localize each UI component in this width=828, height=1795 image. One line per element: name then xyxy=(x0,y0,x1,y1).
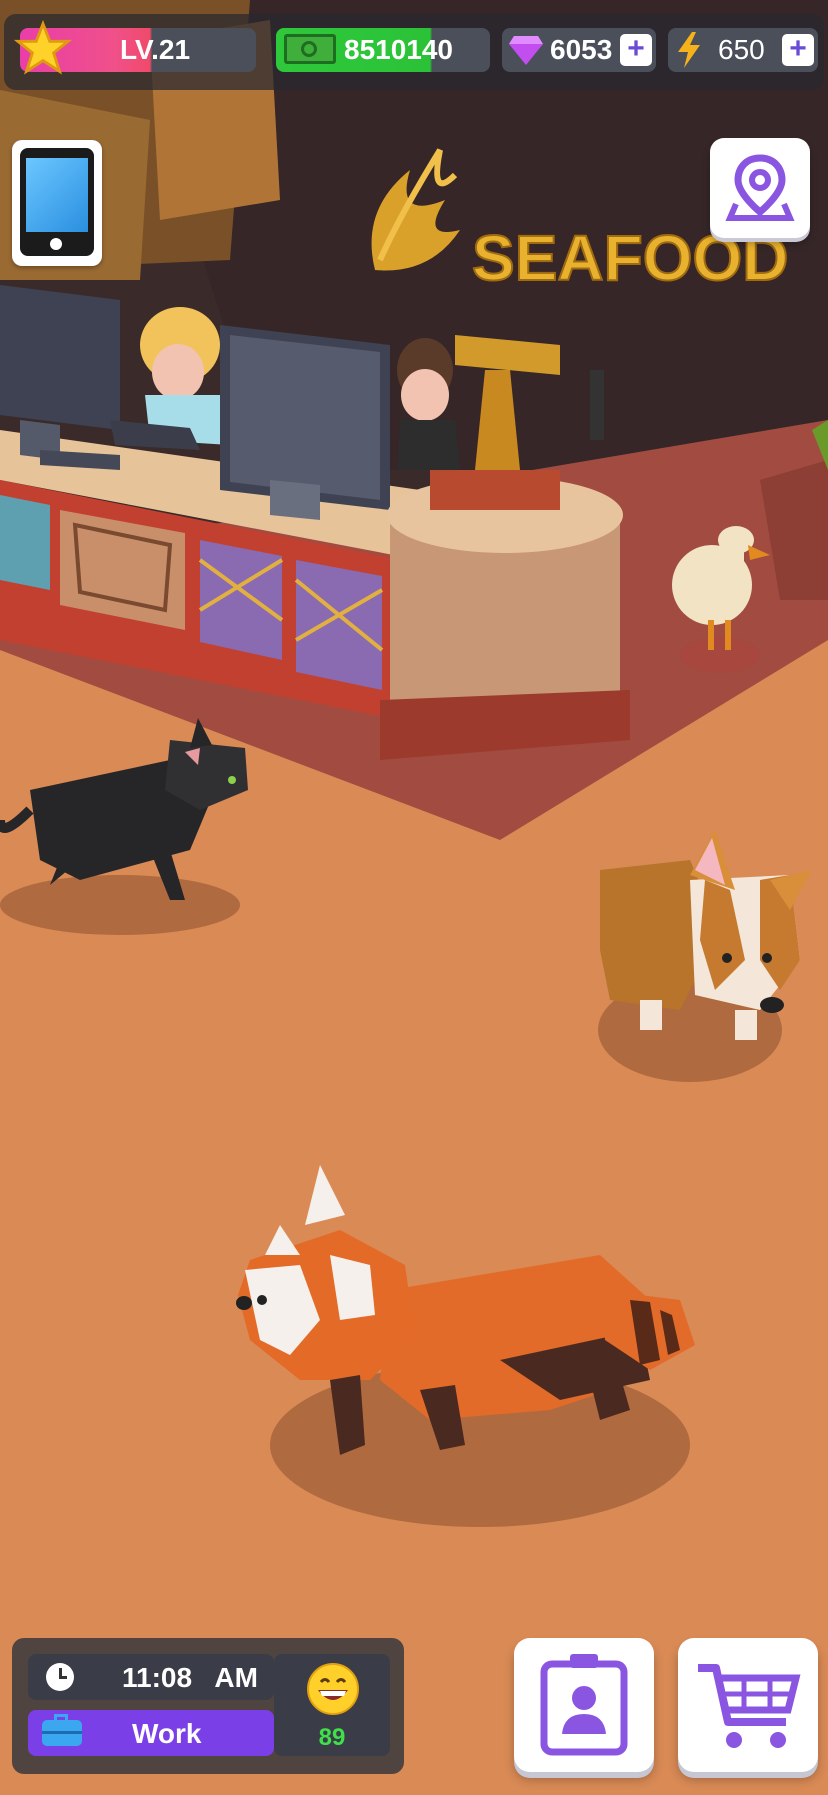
add-energy-button[interactable]: + xyxy=(782,34,814,66)
clock-icon xyxy=(46,1663,74,1691)
phone-button[interactable] xyxy=(12,140,102,266)
map-pin-icon xyxy=(725,154,795,221)
mood-value: 89 xyxy=(318,1724,346,1751)
smile-icon xyxy=(307,1663,359,1715)
game-scene: SEAFOOD xyxy=(0,0,828,1795)
energy-bar: 650 + xyxy=(668,28,818,72)
cash-icon xyxy=(284,34,336,64)
staff-button[interactable] xyxy=(514,1638,654,1772)
cash-amount: 8510140 xyxy=(344,34,454,65)
briefcase-icon xyxy=(42,1714,82,1746)
activity-label: Work xyxy=(132,1718,202,1749)
lightning-icon xyxy=(678,32,700,68)
time-display: 11:08 AM xyxy=(28,1654,274,1700)
mood-indicator[interactable]: 89 xyxy=(274,1654,390,1756)
phone-icon xyxy=(20,148,94,256)
time-ampm: AM xyxy=(214,1662,258,1693)
time-value: 11:08 xyxy=(122,1662,193,1693)
gem-amount: 6053 xyxy=(550,34,613,65)
energy-amount: 650 xyxy=(718,34,765,65)
level-bar[interactable]: LV.21 xyxy=(14,20,256,75)
top-hud: LV.21 8510140 6053 + 650 + xyxy=(4,14,824,90)
gem-bar: 6053 + xyxy=(502,28,656,72)
level-text: LV.21 xyxy=(120,34,191,65)
cart-icon xyxy=(698,1664,801,1748)
map-button[interactable] xyxy=(710,138,810,238)
shop-button[interactable] xyxy=(678,1638,818,1772)
gem-icon xyxy=(509,36,543,65)
add-gems-button[interactable]: + xyxy=(620,34,652,66)
staff-card-icon xyxy=(540,1654,628,1756)
activity-button[interactable]: Work xyxy=(28,1710,274,1756)
star-icon xyxy=(14,20,72,75)
status-panel: 11:08 AM Work 89 xyxy=(12,1638,404,1774)
monitor-center xyxy=(220,325,390,520)
cash-bar[interactable]: 8510140 xyxy=(276,28,490,72)
